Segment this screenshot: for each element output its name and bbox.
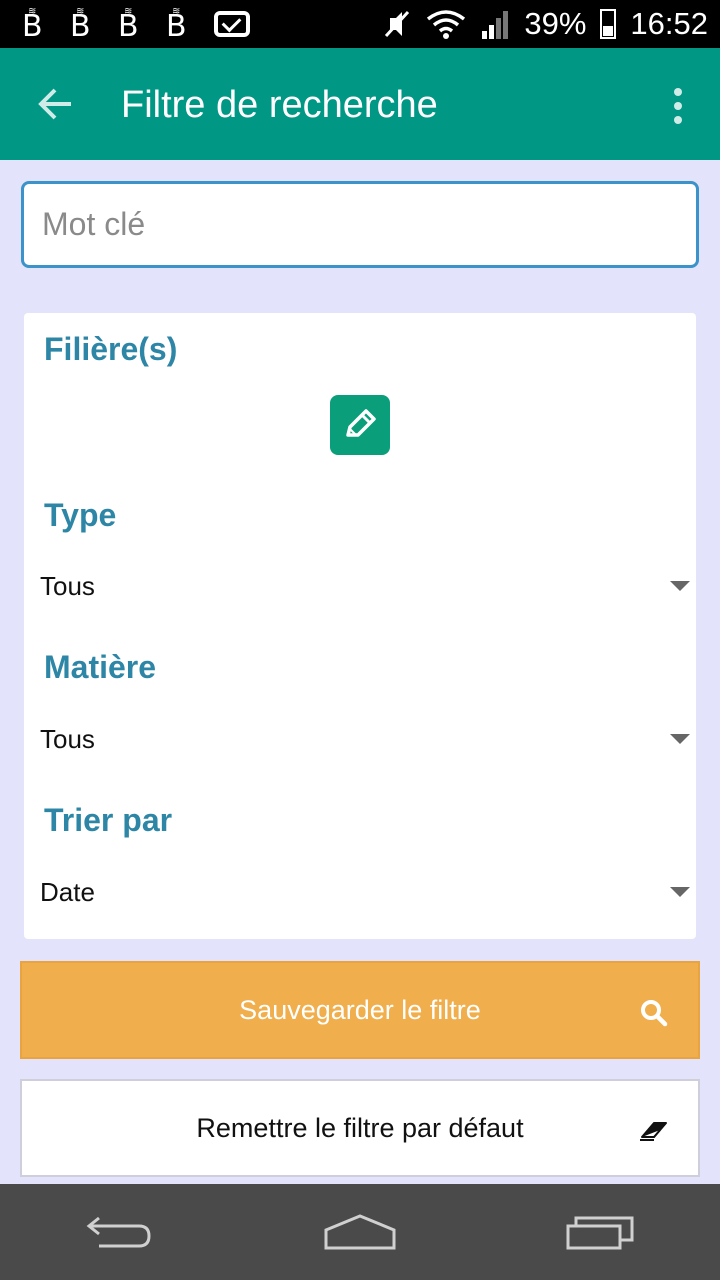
- sort-title: Trier par: [44, 802, 173, 838]
- more-vertical-icon-dot: [674, 116, 682, 124]
- wifi-icon: [427, 10, 466, 39]
- type-select[interactable]: Tous: [40, 561, 690, 611]
- more-vertical-icon: [674, 88, 682, 96]
- reset-filter-button[interactable]: Remettre le filtre par défaut: [20, 1079, 700, 1177]
- nav-back-button[interactable]: [70, 1202, 170, 1262]
- recents-icon: [566, 1216, 634, 1250]
- pencil-icon: [346, 409, 376, 437]
- status-bar: ≋ B ≋ B ≋ B ≋ B 39% 16:52: [0, 0, 720, 48]
- eraser-icon: [640, 1122, 667, 1141]
- edit-filieres-button[interactable]: [330, 395, 390, 455]
- b-icon: ≋ B: [118, 6, 139, 44]
- sort-select-value: Date: [40, 876, 95, 907]
- b-icon: ≋ B: [166, 6, 187, 44]
- battery-icon: [600, 9, 617, 39]
- search-icon: [641, 1000, 668, 1027]
- dropdown-arrow-icon: [670, 581, 690, 591]
- reset-filter-label: Remettre le filtre par défaut: [196, 1112, 524, 1143]
- mute-icon: [385, 10, 410, 38]
- notification-icons: ≋ B ≋ B ≋ B ≋ B: [22, 6, 250, 44]
- matiere-select[interactable]: Tous: [40, 714, 690, 764]
- overflow-menu-button[interactable]: [658, 86, 698, 126]
- dropdown-arrow-icon: [670, 734, 690, 744]
- home-icon: [324, 1214, 396, 1250]
- type-select-value: Tous: [40, 570, 95, 601]
- sort-select[interactable]: Date: [40, 867, 690, 917]
- signal-icon: [482, 11, 509, 39]
- nav-home-button[interactable]: [310, 1202, 410, 1262]
- arrow-left-icon: [38, 88, 71, 120]
- battery-percent: 39%: [524, 6, 587, 41]
- system-nav-bar: [0, 1184, 720, 1280]
- matiere-select-value: Tous: [40, 723, 95, 754]
- back-button[interactable]: [0, 48, 110, 160]
- type-title: Type: [44, 497, 117, 533]
- nav-recents-button[interactable]: [550, 1202, 650, 1262]
- back-icon: [86, 1216, 151, 1248]
- mail-icon: [214, 11, 250, 37]
- b-icon: ≋ B: [22, 6, 43, 44]
- matiere-title: Matière: [44, 649, 157, 685]
- save-filter-label: Sauvegarder le filtre: [239, 994, 481, 1025]
- more-vertical-icon-dot: [674, 102, 682, 110]
- status-right: 39% 16:52: [382, 6, 708, 42]
- filieres-title: Filière(s): [44, 331, 178, 367]
- save-filter-button[interactable]: Sauvegarder le filtre: [20, 961, 700, 1059]
- keyword-input[interactable]: [21, 181, 699, 268]
- page-title: Filtre de recherche: [121, 84, 438, 126]
- app-bar: Filtre de recherche: [0, 48, 720, 160]
- filter-card: Filière(s) Type Tous Matière Tous Trier …: [24, 313, 696, 939]
- dropdown-arrow-icon: [670, 887, 690, 897]
- b-icon: ≋ B: [70, 6, 91, 44]
- clock: 16:52: [630, 6, 708, 41]
